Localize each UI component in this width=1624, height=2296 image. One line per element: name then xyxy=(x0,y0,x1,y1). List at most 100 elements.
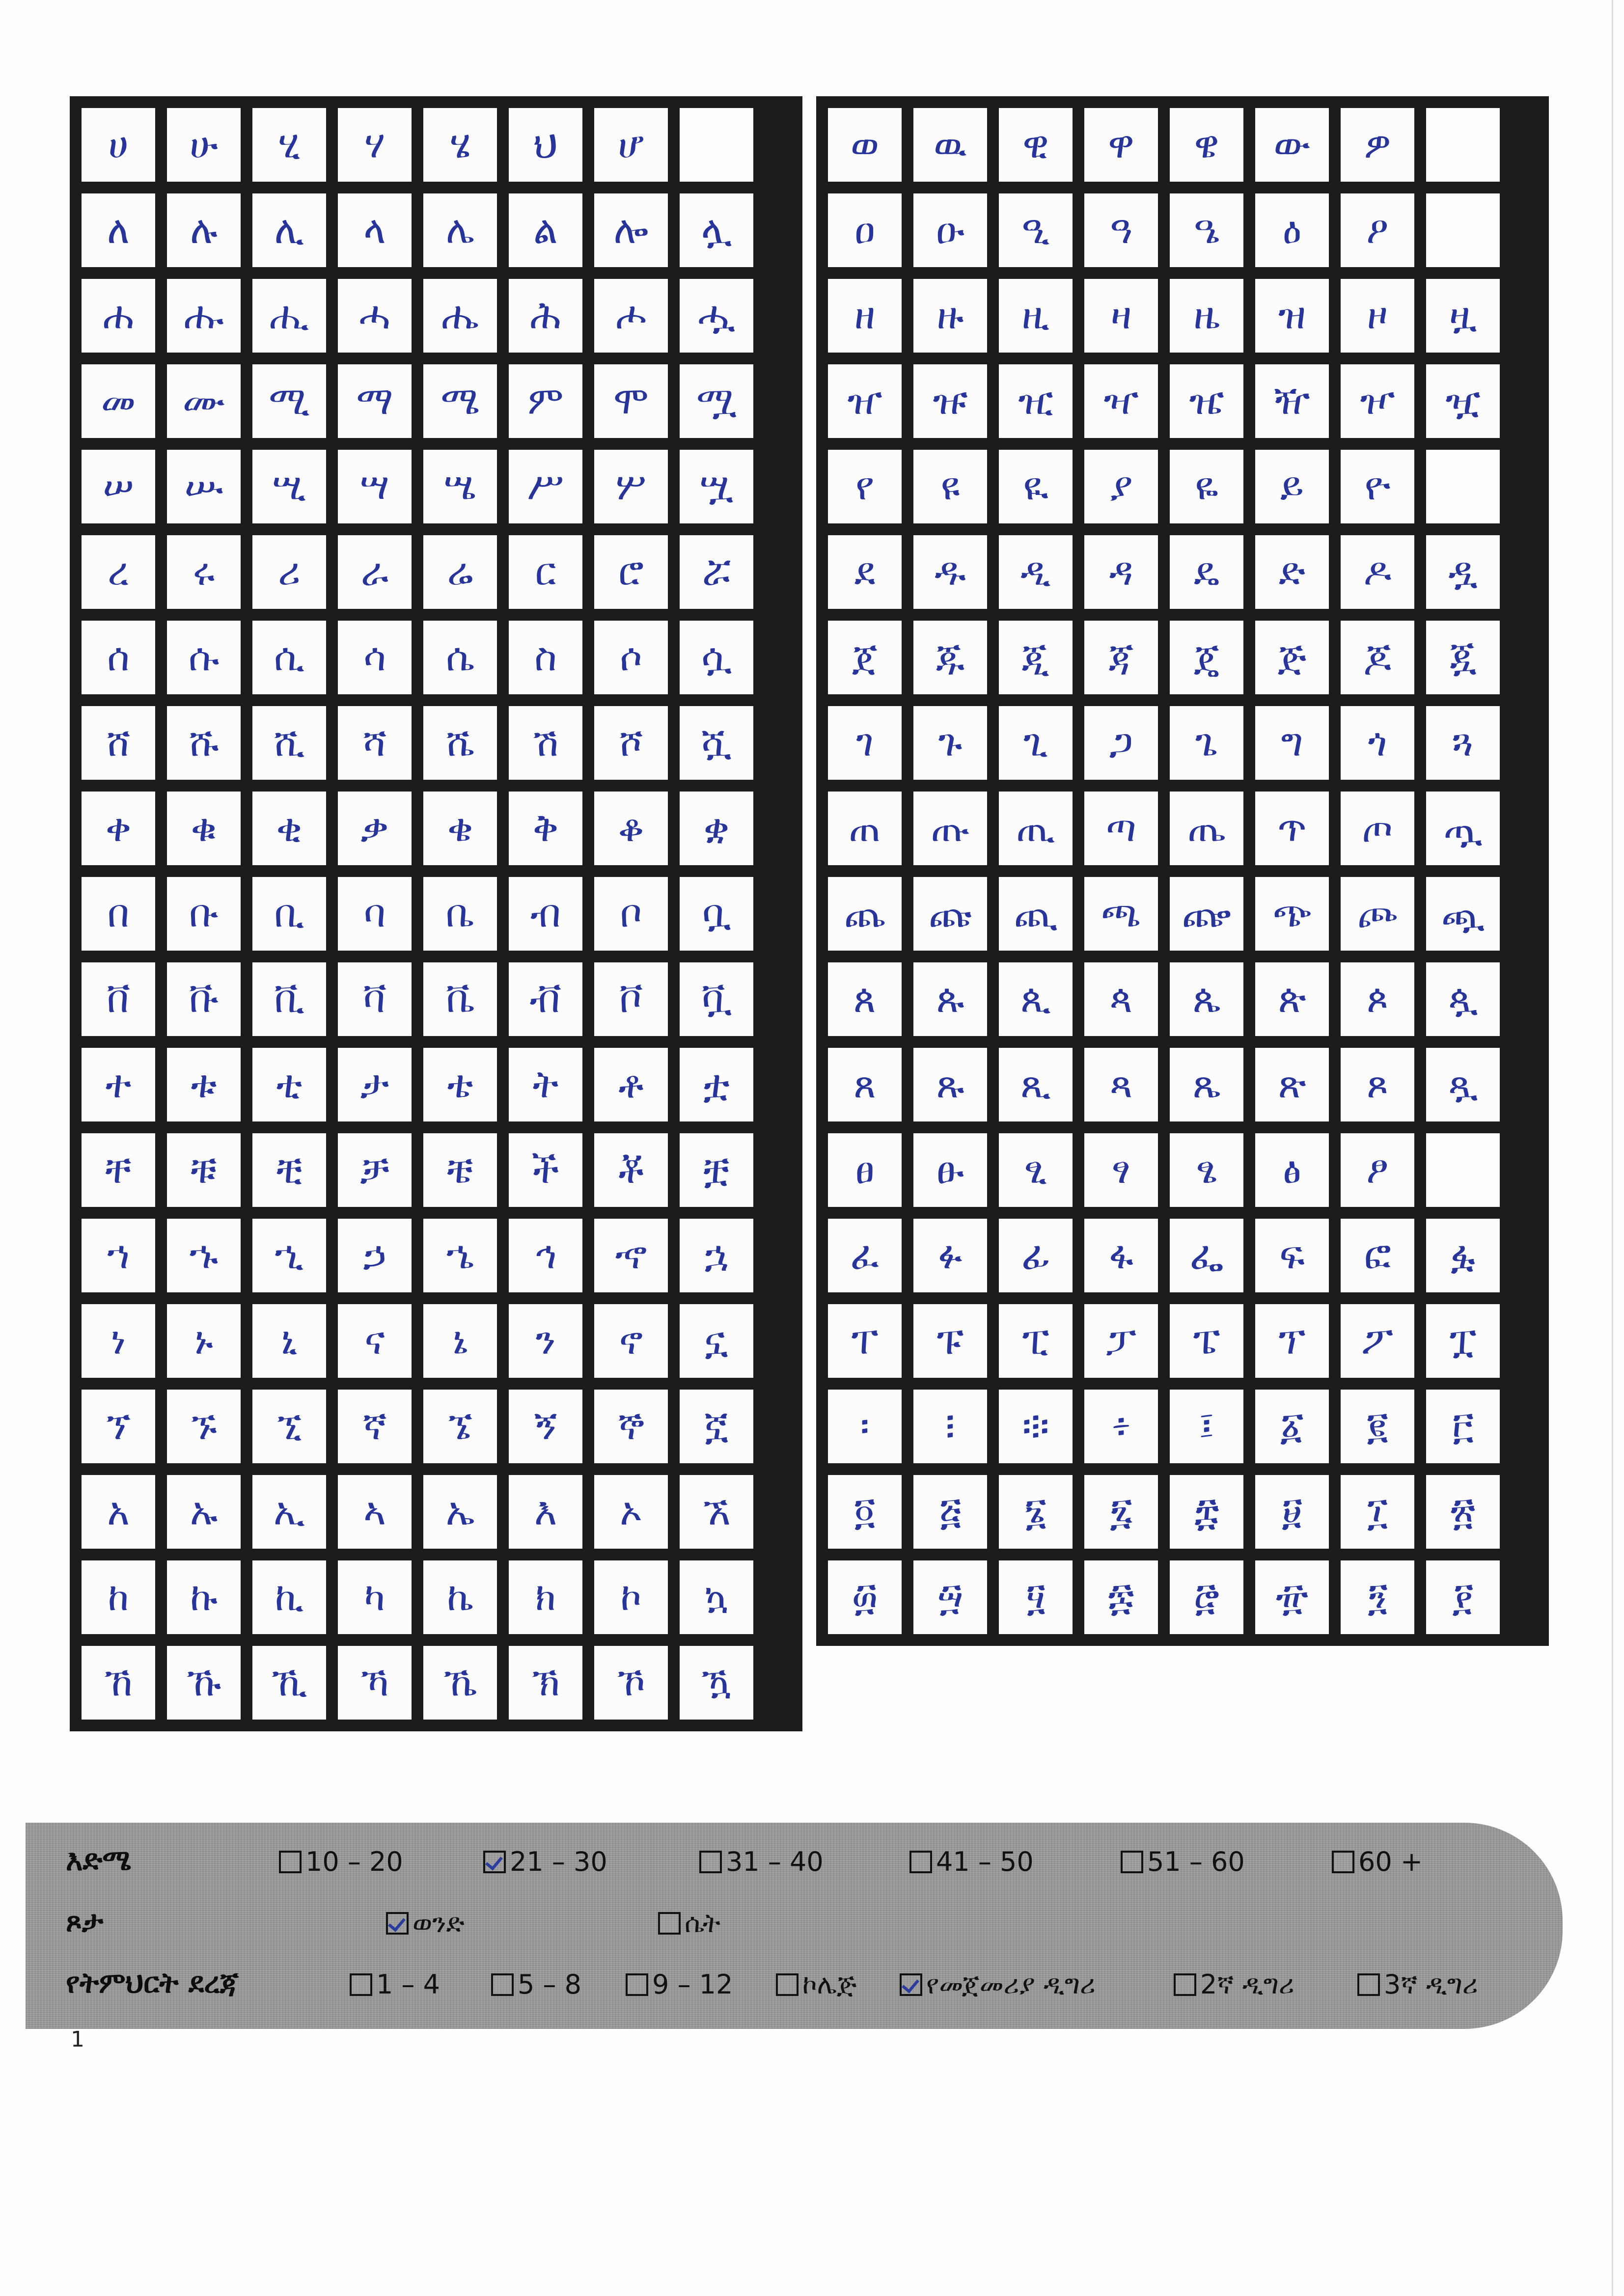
character-cell[interactable]: ፎ xyxy=(1341,1219,1414,1292)
character-cell[interactable]: ጿ xyxy=(1426,1048,1500,1121)
character-cell[interactable]: ኟ xyxy=(680,1390,753,1463)
age-option-21-30[interactable]: 21 – 30 xyxy=(483,1846,607,1877)
character-cell[interactable]: ቱ xyxy=(167,1048,241,1121)
character-cell[interactable]: ጠ xyxy=(828,792,902,865)
character-cell[interactable]: ታ xyxy=(338,1048,412,1121)
age-option-31-40[interactable]: 31 – 40 xyxy=(699,1846,824,1877)
character-cell[interactable]: ጰ xyxy=(828,962,902,1036)
character-cell[interactable]: ም xyxy=(509,364,582,438)
character-cell[interactable]: ጊ xyxy=(999,706,1073,780)
character-cell[interactable]: ሸ xyxy=(82,706,155,780)
character-cell[interactable]: ሶ xyxy=(594,621,668,694)
character-cell[interactable]: ቤ xyxy=(423,877,497,951)
character-cell[interactable]: ፈ xyxy=(828,1219,902,1292)
character-cell[interactable]: ጸ xyxy=(828,1048,902,1121)
character-cell[interactable]: ፁ xyxy=(913,1133,987,1207)
character-cell[interactable]: ጦ xyxy=(1341,792,1414,865)
checkbox[interactable] xyxy=(279,1850,302,1873)
character-cell[interactable]: ጓ xyxy=(1426,706,1500,780)
education-option-college[interactable]: ኮሌጅ xyxy=(776,1969,856,2000)
character-cell[interactable]: ዐ xyxy=(828,193,902,267)
character-cell[interactable]: ቫ xyxy=(338,962,412,1036)
character-cell[interactable]: ሻ xyxy=(338,706,412,780)
character-cell[interactable]: ማ xyxy=(338,364,412,438)
character-cell[interactable]: ሹ xyxy=(167,706,241,780)
character-cell[interactable]: ዑ xyxy=(913,193,987,267)
character-cell[interactable]: ሔ xyxy=(423,279,497,353)
character-cell[interactable]: ጅ xyxy=(1255,621,1329,694)
character-cell[interactable]: ቸ xyxy=(82,1133,155,1207)
character-cell[interactable]: ቀ xyxy=(82,792,155,865)
character-cell[interactable]: ፧ xyxy=(913,1390,987,1463)
character-cell[interactable]: ዣ xyxy=(1084,364,1158,438)
character-cell[interactable]: ቆ xyxy=(594,792,668,865)
character-cell[interactable]: ደ xyxy=(828,535,902,609)
character-cell[interactable]: ፰ xyxy=(1170,1475,1243,1549)
character-cell[interactable]: ኚ xyxy=(252,1390,326,1463)
sex-option-female[interactable]: ሴት xyxy=(658,1908,720,1939)
character-cell[interactable]: ሯ xyxy=(680,535,753,609)
character-cell[interactable]: ላ xyxy=(338,193,412,267)
character-cell[interactable]: ጭ xyxy=(1255,877,1329,951)
character-cell[interactable]: ቦ xyxy=(594,877,668,951)
checkbox[interactable] xyxy=(491,1973,514,1996)
character-cell[interactable]: ጺ xyxy=(999,1048,1073,1121)
character-cell[interactable]: ኜ xyxy=(423,1390,497,1463)
character-cell[interactable]: ከ xyxy=(82,1560,155,1634)
education-option-third-degree[interactable]: 3ኛ ዲግሪ xyxy=(1357,1969,1478,2000)
character-cell[interactable]: ጣ xyxy=(1084,792,1158,865)
character-cell[interactable]: ጷ xyxy=(1426,962,1500,1036)
character-cell[interactable]: ፌ xyxy=(1170,1219,1243,1292)
character-cell[interactable]: ፀ xyxy=(828,1133,902,1207)
character-cell[interactable]: ጬ xyxy=(1170,877,1243,951)
character-cell[interactable]: ሞ xyxy=(594,364,668,438)
character-cell[interactable]: ዮ xyxy=(1341,450,1414,523)
character-cell[interactable]: ቁ xyxy=(167,792,241,865)
character-cell[interactable]: ፐ xyxy=(828,1304,902,1378)
character-cell[interactable]: ፩ xyxy=(1255,1390,1329,1463)
character-cell[interactable]: ሣ xyxy=(338,450,412,523)
character-cell[interactable]: ካ xyxy=(338,1560,412,1634)
character-cell[interactable]: ኄ xyxy=(423,1219,497,1292)
character-cell[interactable]: ጳ xyxy=(1084,962,1158,1036)
character-cell[interactable]: ጹ xyxy=(913,1048,987,1121)
age-option-10-20[interactable]: 10 – 20 xyxy=(279,1846,403,1877)
character-cell[interactable]: ፨ xyxy=(999,1390,1073,1463)
character-cell[interactable]: ቡ xyxy=(167,877,241,951)
character-cell[interactable]: ዤ xyxy=(1170,364,1243,438)
character-cell[interactable]: ዕ xyxy=(1255,193,1329,267)
character-cell[interactable]: ፪ xyxy=(1341,1390,1414,1463)
character-cell[interactable]: ፯ xyxy=(1084,1475,1158,1549)
character-cell[interactable]: ፍ xyxy=(1255,1219,1329,1292)
character-cell[interactable]: ሕ xyxy=(509,279,582,353)
character-cell[interactable]: ጆ xyxy=(1341,621,1414,694)
character-cell[interactable]: ጱ xyxy=(913,962,987,1036)
character-cell[interactable]: ፏ xyxy=(1426,1219,1500,1292)
character-cell[interactable]: ቩ xyxy=(167,962,241,1036)
character-cell[interactable]: ዙ xyxy=(913,279,987,353)
character-cell[interactable]: ዌ xyxy=(1170,108,1243,182)
character-cell[interactable]: ዴ xyxy=(1170,535,1243,609)
character-cell[interactable]: ፗ xyxy=(1426,1304,1500,1378)
character-cell[interactable]: የ xyxy=(828,450,902,523)
character-cell[interactable]: ሥ xyxy=(509,450,582,523)
character-cell[interactable]: ዎ xyxy=(1341,108,1414,182)
character-cell[interactable]: ዶ xyxy=(1341,535,1414,609)
character-cell[interactable]: ጇ xyxy=(1426,621,1500,694)
character-cell[interactable]: ኖ xyxy=(594,1304,668,1378)
character-cell[interactable]: ፺ xyxy=(1341,1560,1414,1634)
character-cell[interactable]: ሃ xyxy=(338,108,412,182)
character-cell[interactable]: ኼ xyxy=(423,1646,497,1720)
character-cell[interactable]: ጋ xyxy=(1084,706,1158,780)
character-cell[interactable]: ዛ xyxy=(1084,279,1158,353)
checkbox[interactable] xyxy=(1357,1973,1380,1996)
character-cell[interactable]: ኙ xyxy=(167,1390,241,1463)
character-cell[interactable]: ፵ xyxy=(913,1560,987,1634)
character-cell[interactable]: ሺ xyxy=(252,706,326,780)
character-cell[interactable]: ዧ xyxy=(1426,364,1500,438)
character-cell[interactable]: ዥ xyxy=(1255,364,1329,438)
character-cell[interactable]: ና xyxy=(338,1304,412,1378)
checkbox[interactable] xyxy=(658,1912,681,1935)
character-cell[interactable]: ጡ xyxy=(913,792,987,865)
character-cell[interactable]: ዳ xyxy=(1084,535,1158,609)
